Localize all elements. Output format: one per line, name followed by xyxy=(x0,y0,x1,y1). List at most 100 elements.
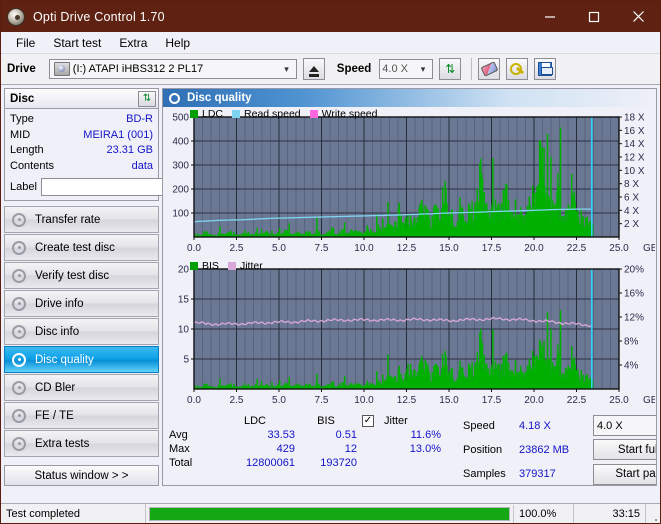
progress-track xyxy=(149,506,510,521)
bis-chart-legend: BIS Jitter xyxy=(190,260,268,272)
svg-text:20.0: 20.0 xyxy=(524,243,544,254)
disc-refresh-button[interactable]: ⇅ xyxy=(138,90,156,107)
disc-icon xyxy=(12,436,26,451)
legend-swatch-jitter xyxy=(227,262,236,270)
disc-contents-value: data xyxy=(131,159,153,172)
sidebar-label: Create test disc xyxy=(35,241,115,254)
save-icon xyxy=(538,62,554,76)
bis-chart[interactable]: 5 10 15 20 4% 8% 12% 16% 20% 0.0 2.5 5.0 7.5 10.0 12.5… xyxy=(163,259,655,411)
disc-icon xyxy=(12,296,26,311)
samples-value: 379317 xyxy=(519,468,556,481)
stat-avg-jitter: 11.6% xyxy=(410,429,441,441)
disc-length-label: Length xyxy=(10,144,44,156)
eject-icon xyxy=(308,66,319,77)
sidebar-item-disc-quality[interactable]: Disc quality xyxy=(4,346,159,373)
sidebar-label: Transfer rate xyxy=(35,213,101,226)
start-full-button[interactable]: Start full xyxy=(593,439,656,461)
status-bar: Test completed 100.0% 33:15 xyxy=(1,503,660,523)
left-sidebar: Disc ⇅ Type BD-R MID MEIRA1 (001) Length… xyxy=(4,88,243,486)
menu-file[interactable]: File xyxy=(7,34,44,52)
refresh-button[interactable]: ⇅ xyxy=(439,58,462,80)
disc-mid-value: MEIRA1 (001) xyxy=(83,128,153,141)
drive-icon xyxy=(53,62,70,76)
minimize-icon[interactable] xyxy=(528,1,572,32)
drive-label: Drive xyxy=(7,63,36,75)
stat-max-ldc: 429 xyxy=(276,443,295,455)
disc-panel-title: Disc xyxy=(10,92,35,105)
svg-text:5.0: 5.0 xyxy=(272,243,286,254)
progress-bar xyxy=(146,504,514,523)
sidebar-item-extra-tests[interactable]: Extra tests xyxy=(4,430,159,457)
window-title: Opti Drive Control 1.70 xyxy=(33,9,165,24)
legend-swatch-ldc xyxy=(190,110,198,118)
disc-icon xyxy=(12,380,26,395)
legend-label-ldc: LDC xyxy=(202,108,224,120)
svg-text:22.5: 22.5 xyxy=(567,395,587,406)
stat-row-max-label: Max xyxy=(169,443,190,455)
sidebar-label: CD Bler xyxy=(35,381,76,394)
close-icon[interactable] xyxy=(616,1,660,32)
disc-quality-panel: Disc quality LDC Read speed Write speed … xyxy=(162,88,657,486)
start-part-button[interactable]: Start part xyxy=(593,463,656,485)
position-label: Position xyxy=(463,443,503,456)
stat-row-total-label: Total xyxy=(169,457,193,469)
status-window-button[interactable]: Status window > > xyxy=(4,465,159,486)
erase-button[interactable] xyxy=(478,58,501,80)
jitter-checkbox[interactable]: ✓ xyxy=(362,415,374,427)
bis-chart-container: BIS Jitter 5 10 15 20 4% 8% 12% 16% 20% 0.0 2.5 5.0… xyxy=(163,259,656,411)
menu-start-test[interactable]: Start test xyxy=(44,34,110,52)
svg-text:25.0: 25.0 xyxy=(609,395,629,406)
stat-header-bis: BIS xyxy=(317,415,335,427)
svg-text:20: 20 xyxy=(178,265,190,276)
sidebar-label: Disc quality xyxy=(35,353,94,366)
disc-row-mid: MID MEIRA1 (001) xyxy=(10,128,153,144)
svg-text:17.5: 17.5 xyxy=(482,395,502,406)
elapsed-time: 33:15 xyxy=(574,503,646,523)
position-value: 23862 MB xyxy=(519,443,570,456)
svg-text:4%: 4% xyxy=(624,361,639,372)
eject-button[interactable] xyxy=(302,58,325,80)
sidebar-item-drive-info[interactable]: Drive info xyxy=(4,290,159,317)
tools-icon xyxy=(509,62,525,76)
disc-icon xyxy=(12,268,26,283)
svg-text:2 X: 2 X xyxy=(624,219,639,230)
sidebar-item-create-test-disc[interactable]: Create test disc xyxy=(4,234,159,261)
svg-text:14 X: 14 X xyxy=(624,139,645,150)
ldc-chart[interactable]: 100 200 300 400 500 2 X 4 X 6 X 8 X 10 X 12 X 14 X 1… xyxy=(163,107,655,259)
disc-icon xyxy=(12,352,26,367)
sidebar-item-disc-info[interactable]: Disc info xyxy=(4,318,159,345)
test-speed-select[interactable]: 4.0 X ▾ xyxy=(593,415,656,437)
maximize-icon[interactable] xyxy=(572,1,616,32)
drive-select[interactable]: (I:) ATAPI iHBS312 2 PL17 ▾ xyxy=(48,59,297,79)
svg-text:16%: 16% xyxy=(624,289,644,300)
disc-type-value: BD-R xyxy=(126,113,153,125)
disc-row-length: Length 23.31 GB xyxy=(10,143,153,159)
sidebar-item-fe-te[interactable]: FE / TE xyxy=(4,402,159,429)
stat-avg-bis: 0.51 xyxy=(335,429,357,441)
speed-select-value: 4.0 X xyxy=(382,63,408,75)
speed-select[interactable]: 4.0 X ▾ xyxy=(379,59,434,79)
stats-area: LDC BIS ✓ Jitter Avg 33.53 0.51 11.6% Ma… xyxy=(163,411,656,485)
stat-grid: LDC BIS ✓ Jitter Avg 33.53 0.51 11.6% Ma… xyxy=(169,415,463,469)
resize-grip-icon[interactable] xyxy=(646,504,660,524)
svg-text:100: 100 xyxy=(172,209,189,220)
tools-button[interactable] xyxy=(506,58,529,80)
svg-text:7.5: 7.5 xyxy=(315,395,329,406)
svg-text:0.0: 0.0 xyxy=(187,243,201,254)
disc-label-caption: Label xyxy=(10,180,37,193)
menu-extra[interactable]: Extra xyxy=(110,34,156,52)
sidebar-item-cd-bler[interactable]: CD Bler xyxy=(4,374,159,401)
svg-text:400: 400 xyxy=(172,137,189,148)
eraser-icon xyxy=(480,61,499,77)
svg-text:300: 300 xyxy=(172,161,189,172)
svg-text:GB: GB xyxy=(643,243,655,254)
stat-avg-ldc: 33.53 xyxy=(267,429,295,441)
svg-text:12.5: 12.5 xyxy=(397,395,417,406)
menu-help[interactable]: Help xyxy=(156,34,199,52)
sidebar-item-transfer-rate[interactable]: Transfer rate xyxy=(4,206,159,233)
menu-bar: File Start test Extra Help xyxy=(1,32,660,54)
sidebar-item-verify-test-disc[interactable]: Verify test disc xyxy=(4,262,159,289)
save-button[interactable] xyxy=(534,58,557,80)
ldc-chart-legend: LDC Read speed Write speed xyxy=(190,108,383,120)
legend-label-bis: BIS xyxy=(202,260,219,272)
